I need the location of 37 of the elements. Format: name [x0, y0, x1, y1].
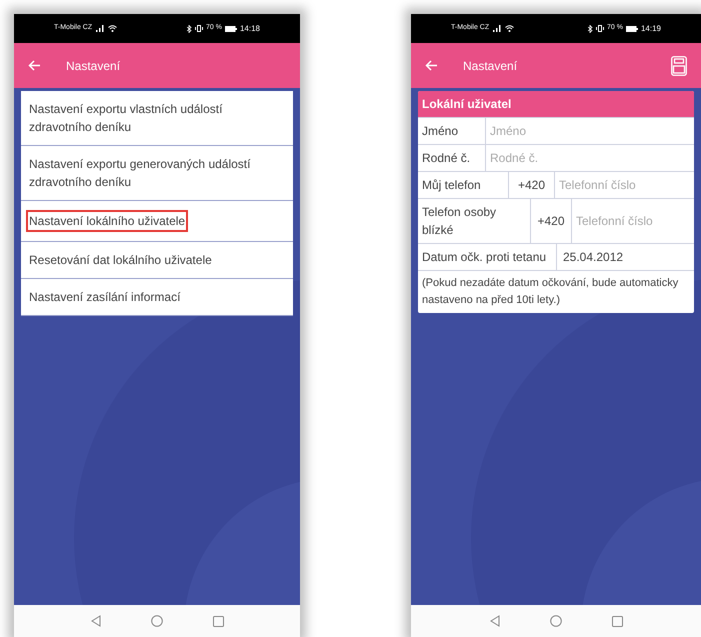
wifi-icon [108, 25, 118, 32]
battery-icon [224, 26, 237, 32]
recents-icon[interactable] [212, 616, 224, 626]
vibrate-icon [195, 25, 203, 32]
note-text: (Pokud nezadáte datum očkování, bude automaticky nastaveno na před 10ti lety.) [418, 270, 694, 313]
header-title: Nastavení [463, 58, 518, 74]
settings-menu-item[interactable]: Resetování dat lokálního uživatele [21, 242, 293, 279]
recents-icon[interactable] [612, 616, 622, 626]
wifi-icon [505, 25, 514, 32]
back-icon[interactable] [90, 615, 100, 627]
back-arrow-icon[interactable] [28, 60, 41, 71]
card-title: Lokální uživatel [418, 91, 694, 117]
field-label: Můj telefon [418, 172, 509, 198]
vibrate-icon [596, 25, 604, 32]
menu-item-label: Nastavení lokálního uživatele [26, 210, 188, 232]
home-icon[interactable] [550, 615, 562, 627]
settings-menu-item[interactable]: Nastavení lokálního uživatele [21, 201, 293, 242]
back-arrow-icon[interactable] [425, 60, 438, 71]
battery-icon [626, 26, 638, 32]
clock-time: 14:18 [240, 22, 260, 34]
field-label: Telefon osoby blízké [418, 199, 531, 243]
bluetooth-icon [187, 24, 192, 32]
bluetooth-icon [588, 24, 593, 32]
settings-menu-item[interactable]: Nastavení zasílání informací [21, 279, 293, 316]
signal-icon [493, 25, 502, 32]
back-icon[interactable] [490, 615, 500, 627]
header-title: Nastavení [66, 58, 122, 74]
settings-menu-item[interactable]: Nastavení exportu generovaných událostí zdravotního deníku [21, 146, 293, 201]
signal-icon [96, 25, 104, 32]
settings-menu-item[interactable]: Nastavení exportu vlastních událostí zdravotního deníku [21, 91, 293, 146]
menu-item-label: Resetování dat lokálního uživatele [29, 252, 212, 269]
menu-item-label: Nastavení exportu generovaných událostí zdravotního deníku [29, 156, 252, 191]
save-icon[interactable] [671, 56, 687, 76]
home-icon[interactable] [150, 615, 162, 627]
menu-item-label: Nastavení exportu vlastních událostí zdravotního deníku [29, 101, 224, 136]
clock-time: 14:19 [640, 22, 661, 34]
menu-item-label: Nastavení zasílání informací [29, 289, 180, 306]
